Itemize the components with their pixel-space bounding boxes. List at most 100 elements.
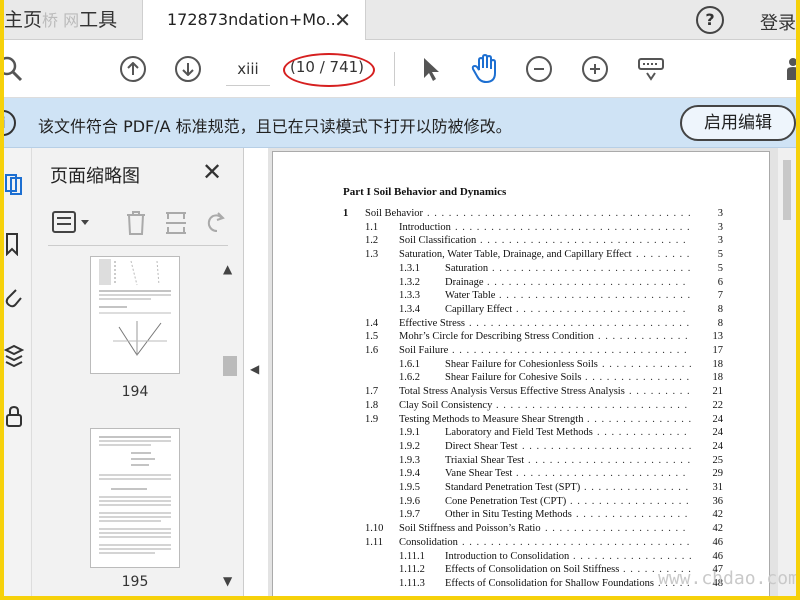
rotate-page-icon[interactable]	[204, 210, 228, 241]
scroll-thumb[interactable]	[783, 160, 791, 220]
prev-page-button[interactable]	[118, 50, 148, 88]
toc-row[interactable]: 1.9.2 . . . . . . . . . . . . . . . . . .…	[273, 440, 771, 454]
toc-page-number: 7	[717, 290, 723, 302]
lock-icon[interactable]	[4, 404, 24, 428]
toc-row[interactable]: 1.9.4 . . . . . . . . . . . . . . . . . .…	[273, 467, 771, 481]
zoom-out-button[interactable]	[524, 50, 554, 88]
toc-number: 1.3.1	[399, 262, 420, 274]
toc-dot-leader: . . . . . . . . . . . . . . . . . . . . …	[545, 523, 687, 535]
scroll-down-icon[interactable]: ▼	[223, 574, 232, 588]
tab-document[interactable]: 172873ndation+Mo... ✕	[142, 0, 366, 40]
toc-row[interactable]: 1.2 . . . . . . . . . . . . . . . . . . .…	[273, 234, 771, 248]
toc-row[interactable]: 1.3.3 . . . . . . . . . . . . . . . . . .…	[273, 289, 771, 303]
toc-row[interactable]: 1.11 . . . . . . . . . . . . . . . . . . …	[273, 536, 771, 550]
toc-row[interactable]: 1.3 . . . . . . . . . . . . . . . . . . .…	[273, 248, 771, 262]
watermark-text: 桥 网	[42, 11, 80, 30]
collapse-panel-icon[interactable]: ◀	[250, 362, 259, 376]
toc-row[interactable]: 1.8 . . . . . . . . . . . . . . . . . . .…	[273, 399, 771, 413]
toc-row[interactable]: 1.10 . . . . . . . . . . . . . . . . . . …	[273, 522, 771, 536]
hand-icon	[471, 54, 496, 84]
toc-row[interactable]: 1 . . . . . . . . . . . . . . . . . . . .…	[273, 207, 771, 221]
layers-icon[interactable]	[4, 344, 24, 368]
login-button[interactable]: 登录	[760, 9, 796, 35]
toc-row[interactable]: 1.6.2 . . . . . . . . . . . . . . . . . .…	[273, 371, 771, 385]
extract-page-icon[interactable]	[164, 210, 188, 241]
thumbnail-panel: 页面缩略图 ✕ 194 195 ▲ ▼	[32, 148, 244, 596]
toc-page-number: 8	[717, 317, 723, 329]
toc-row[interactable]: 1.4 . . . . . . . . . . . . . . . . . . .…	[273, 317, 771, 331]
toc-page-number: 17	[712, 345, 724, 356]
select-tool-button[interactable]	[416, 50, 446, 88]
toc-row[interactable]: 1.9.3 . . . . . . . . . . . . . . . . . .…	[273, 454, 771, 468]
bookmark-icon[interactable]	[4, 232, 24, 256]
toc-page-number: 3	[717, 235, 723, 247]
navigation-strip	[4, 148, 32, 596]
toc-number: 1.9.6	[399, 495, 420, 507]
tab-tools-label: 工具	[79, 9, 118, 31]
toc-row[interactable]: 1.6 . . . . . . . . . . . . . . . . . . .…	[273, 344, 771, 358]
document-scrollbar[interactable]	[778, 148, 796, 596]
toc-row[interactable]: 1.3.2 . . . . . . . . . . . . . . . . . .…	[273, 276, 771, 290]
toc-row[interactable]: 1.11.1 . . . . . . . . . . . . . . . . . …	[273, 550, 771, 564]
toc-row[interactable]: 1.9.5 . . . . . . . . . . . . . . . . . .…	[273, 481, 771, 495]
tab-close-icon[interactable]: ✕	[334, 8, 351, 32]
panel-close-icon[interactable]: ✕	[202, 158, 222, 186]
person-icon[interactable]	[776, 50, 796, 88]
toc-number: 1.10	[365, 523, 384, 535]
toc-dot-leader: . . . . . . . . . . . . . . . . . . . . …	[487, 276, 687, 288]
toc-dot-leader: . . . . . . . . . . . . . . . . . . . . …	[492, 262, 692, 274]
toc-row[interactable]: 1.5 . . . . . . . . . . . . . . . . . . .…	[273, 330, 771, 344]
toc-row[interactable]: 1.3.4 . . . . . . . . . . . . . . . . . .…	[273, 303, 771, 317]
scroll-up-icon[interactable]: ▲	[223, 262, 232, 276]
toc-title: Introduction to Consolidation	[445, 550, 570, 562]
hand-tool-button[interactable]	[470, 50, 500, 88]
main-toolbar: xiii (10 / 741)	[4, 40, 796, 98]
plus-icon	[582, 56, 608, 82]
toc-page-number: 18	[712, 358, 724, 370]
page-thumbnail-195[interactable]	[90, 428, 180, 568]
toc-row[interactable]: 1.9.1 . . . . . . . . . . . . . . . . . .…	[273, 426, 771, 440]
toc-title: Laboratory and Field Test Methods	[445, 427, 593, 439]
attachment-icon[interactable]	[4, 286, 24, 310]
zoom-in-button[interactable]	[580, 50, 610, 88]
toc-title: Shear Failure for Cohesionless Soils	[445, 358, 598, 370]
toc-page-number: 42	[712, 523, 724, 535]
toc-number: 1.9.4	[399, 468, 420, 480]
toc-page-number: 24	[712, 427, 724, 439]
arrow-up-icon	[120, 56, 146, 82]
page-thumbnail-194[interactable]	[90, 256, 180, 374]
help-button[interactable]: ?	[696, 6, 724, 34]
next-page-button[interactable]	[173, 50, 203, 88]
toc-page-number: 5	[717, 262, 723, 274]
enable-editing-button[interactable]: 启用编辑	[680, 105, 796, 141]
toc-row[interactable]: 1.6.1 . . . . . . . . . . . . . . . . . .…	[273, 358, 771, 372]
toc-row[interactable]: 1.9.7 . . . . . . . . . . . . . . . . . .…	[273, 508, 771, 522]
thumbnail-options-icon[interactable]	[52, 210, 92, 239]
toc-title: Soil Failure	[399, 345, 449, 356]
delete-page-icon[interactable]	[124, 210, 148, 241]
toc-dot-leader: . . . . . . . . . . . . . . . . . . . . …	[522, 440, 693, 452]
tab-home-tools[interactable]: 主页桥 网工具	[4, 0, 136, 40]
toc-dot-leader: . . . . . . . . . . . . . . . . . . . . …	[585, 372, 691, 384]
search-icon[interactable]	[4, 50, 26, 88]
toc-row[interactable]: 1.1 . . . . . . . . . . . . . . . . . . .…	[273, 221, 771, 235]
toc-number: 1.11.2	[399, 564, 425, 576]
document-page: Part I Soil Behavior and Dynamics 1 . . .…	[272, 151, 770, 596]
toc-number: 1.3.2	[399, 276, 420, 288]
thumbnail-scrollbar[interactable]: ▲ ▼	[220, 256, 240, 596]
toc-dot-leader: . . . . . . . . . . . . . . . . . . . . …	[455, 221, 691, 233]
toc-dot-leader: . . . . . . . . . . . . . . . . . . . . …	[598, 331, 689, 343]
toc-title: Other in Situ Testing Methods	[445, 509, 572, 521]
toc-row[interactable]: 1.7 . . . . . . . . . . . . . . . . . . .…	[273, 385, 771, 399]
minus-icon	[526, 56, 552, 82]
toc-row[interactable]: 1.9 . . . . . . . . . . . . . . . . . . .…	[273, 413, 771, 427]
toc-row[interactable]: 1.9.6 . . . . . . . . . . . . . . . . . .…	[273, 495, 771, 509]
toc-number: 1.6.1	[399, 358, 420, 370]
page-thumbnails-icon[interactable]	[4, 172, 24, 196]
toc-row[interactable]: 1.3.1 . . . . . . . . . . . . . . . . . .…	[273, 262, 771, 276]
document-viewer[interactable]: Part I Soil Behavior and Dynamics 1 . . .…	[268, 148, 796, 596]
keyboard-icon[interactable]	[636, 50, 666, 88]
scroll-thumb[interactable]	[223, 356, 237, 376]
page-number-input[interactable]: xiii	[226, 52, 270, 86]
toc-page-number: 6	[717, 276, 723, 288]
